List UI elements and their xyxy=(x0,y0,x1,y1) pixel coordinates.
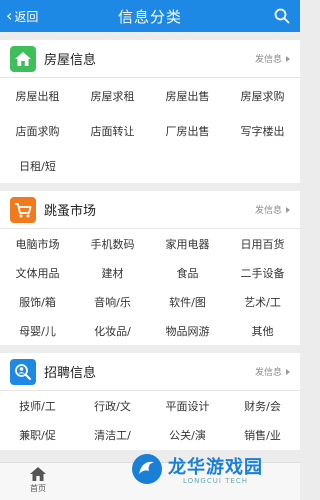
category-item[interactable]: 技师/工 xyxy=(0,391,75,421)
category-item[interactable]: 食品 xyxy=(150,258,225,287)
category-item[interactable]: 清洁工/ xyxy=(75,421,150,451)
post-label: 发信息 xyxy=(254,368,282,378)
category-grid: 电脑市场 手机数码 家用电器 日用百货 文体用品 建材 食品 二手设备 服饰/箱… xyxy=(0,229,300,345)
category-item[interactable]: 建材 xyxy=(75,258,150,287)
section-title: 招聘信息 xyxy=(44,366,97,381)
category-item[interactable]: 销售/业 xyxy=(225,421,300,451)
post-info-button[interactable]: 发信息 xyxy=(255,52,290,65)
category-item[interactable]: 日用百货 xyxy=(225,229,300,258)
category-item[interactable]: 房屋求租 xyxy=(75,78,150,113)
post-label: 发信息 xyxy=(254,55,282,65)
category-item[interactable]: 文体用品 xyxy=(0,258,75,287)
post-info-button[interactable]: 发信息 xyxy=(255,203,290,216)
category-item[interactable]: 手机数码 xyxy=(75,229,150,258)
category-item[interactable]: 平面设计 xyxy=(150,391,225,421)
dragon-logo-icon xyxy=(132,454,162,484)
category-item[interactable]: 化妆品/ xyxy=(75,316,150,345)
section-header: 跳蚤市场 发信息 xyxy=(0,191,300,229)
category-item[interactable]: 财务/会 xyxy=(225,391,300,421)
post-info-button[interactable]: 发信息 xyxy=(255,365,290,378)
search-icon[interactable] xyxy=(274,8,290,24)
section-flea-market: 跳蚤市场 发信息 电脑市场 手机数码 家用电器 日用百货 文体用品 建材 食品 … xyxy=(0,191,300,345)
chevron-left-icon: ‹ xyxy=(6,6,13,25)
category-item[interactable]: 服饰/箱 xyxy=(0,287,75,316)
watermark-title: 龙华游戏园 xyxy=(168,457,263,478)
category-item[interactable]: 二手设备 xyxy=(225,258,300,287)
section-title: 房屋信息 xyxy=(44,53,97,68)
tab-home[interactable]: 首页 xyxy=(22,466,54,494)
category-item[interactable]: 其他 xyxy=(225,316,300,345)
section-header: 招聘信息 发信息 xyxy=(0,353,300,391)
page-title: 信息分类 xyxy=(117,7,182,26)
category-item[interactable]: 软件/图 xyxy=(150,287,225,316)
section-housing: 房屋信息 发信息 房屋出租 房屋求租 房屋出售 房屋求购 店面求购 店面转让 厂… xyxy=(0,40,300,183)
post-label: 发信息 xyxy=(254,206,282,216)
category-item[interactable]: 房屋出售 xyxy=(150,78,225,113)
category-item[interactable]: 家用电器 xyxy=(150,229,225,258)
home-icon xyxy=(30,467,46,481)
caret-right-icon xyxy=(286,206,290,213)
category-item[interactable]: 店面求购 xyxy=(0,113,75,148)
category-item[interactable]: 房屋出租 xyxy=(0,78,75,113)
category-item[interactable]: 店面转让 xyxy=(75,113,150,148)
category-grid: 技师/工 行政/文 平面设计 财务/会 兼职/促 清洁工/ 公关/演 销售/业 xyxy=(0,391,300,450)
watermark-logo: 龙华游戏园 LONGCUI TECH xyxy=(130,452,263,486)
section-header: 房屋信息 发信息 xyxy=(0,40,300,78)
category-list: 房屋信息 发信息 房屋出租 房屋求租 房屋出售 房屋求购 店面求购 店面转让 厂… xyxy=(0,40,300,458)
category-grid: 房屋出租 房屋求租 房屋出售 房屋求购 店面求购 店面转让 厂房出售 写字楼出 … xyxy=(0,78,300,183)
back-button[interactable]: ‹ 返回 xyxy=(6,0,38,32)
tab-home-label: 首页 xyxy=(30,484,46,493)
cart-icon xyxy=(10,196,36,223)
category-item[interactable]: 日租/短 xyxy=(0,148,75,183)
back-label: 返回 xyxy=(14,9,39,24)
caret-right-icon xyxy=(286,368,290,375)
category-item[interactable]: 公关/演 xyxy=(150,421,225,451)
category-item[interactable]: 兼职/促 xyxy=(0,421,75,451)
house-icon xyxy=(10,45,36,72)
category-item[interactable]: 艺术/工 xyxy=(225,287,300,316)
category-item[interactable]: 物品网游 xyxy=(150,316,225,345)
category-item[interactable]: 母婴/儿 xyxy=(0,316,75,345)
category-item[interactable]: 写字楼出 xyxy=(225,113,300,148)
section-recruitment: 招聘信息 发信息 技师/工 行政/文 平面设计 财务/会 兼职/促 清洁工/ 公… xyxy=(0,353,300,450)
category-item[interactable]: 厂房出售 xyxy=(150,113,225,148)
person-search-icon xyxy=(10,358,36,385)
category-item[interactable]: 行政/文 xyxy=(75,391,150,421)
category-item[interactable]: 电脑市场 xyxy=(0,229,75,258)
category-item[interactable]: 房屋求购 xyxy=(225,78,300,113)
section-title: 跳蚤市场 xyxy=(44,204,97,219)
top-bar: ‹ 返回 信息分类 xyxy=(0,0,300,32)
caret-right-icon xyxy=(286,55,290,62)
category-item[interactable]: 音响/乐 xyxy=(75,287,150,316)
